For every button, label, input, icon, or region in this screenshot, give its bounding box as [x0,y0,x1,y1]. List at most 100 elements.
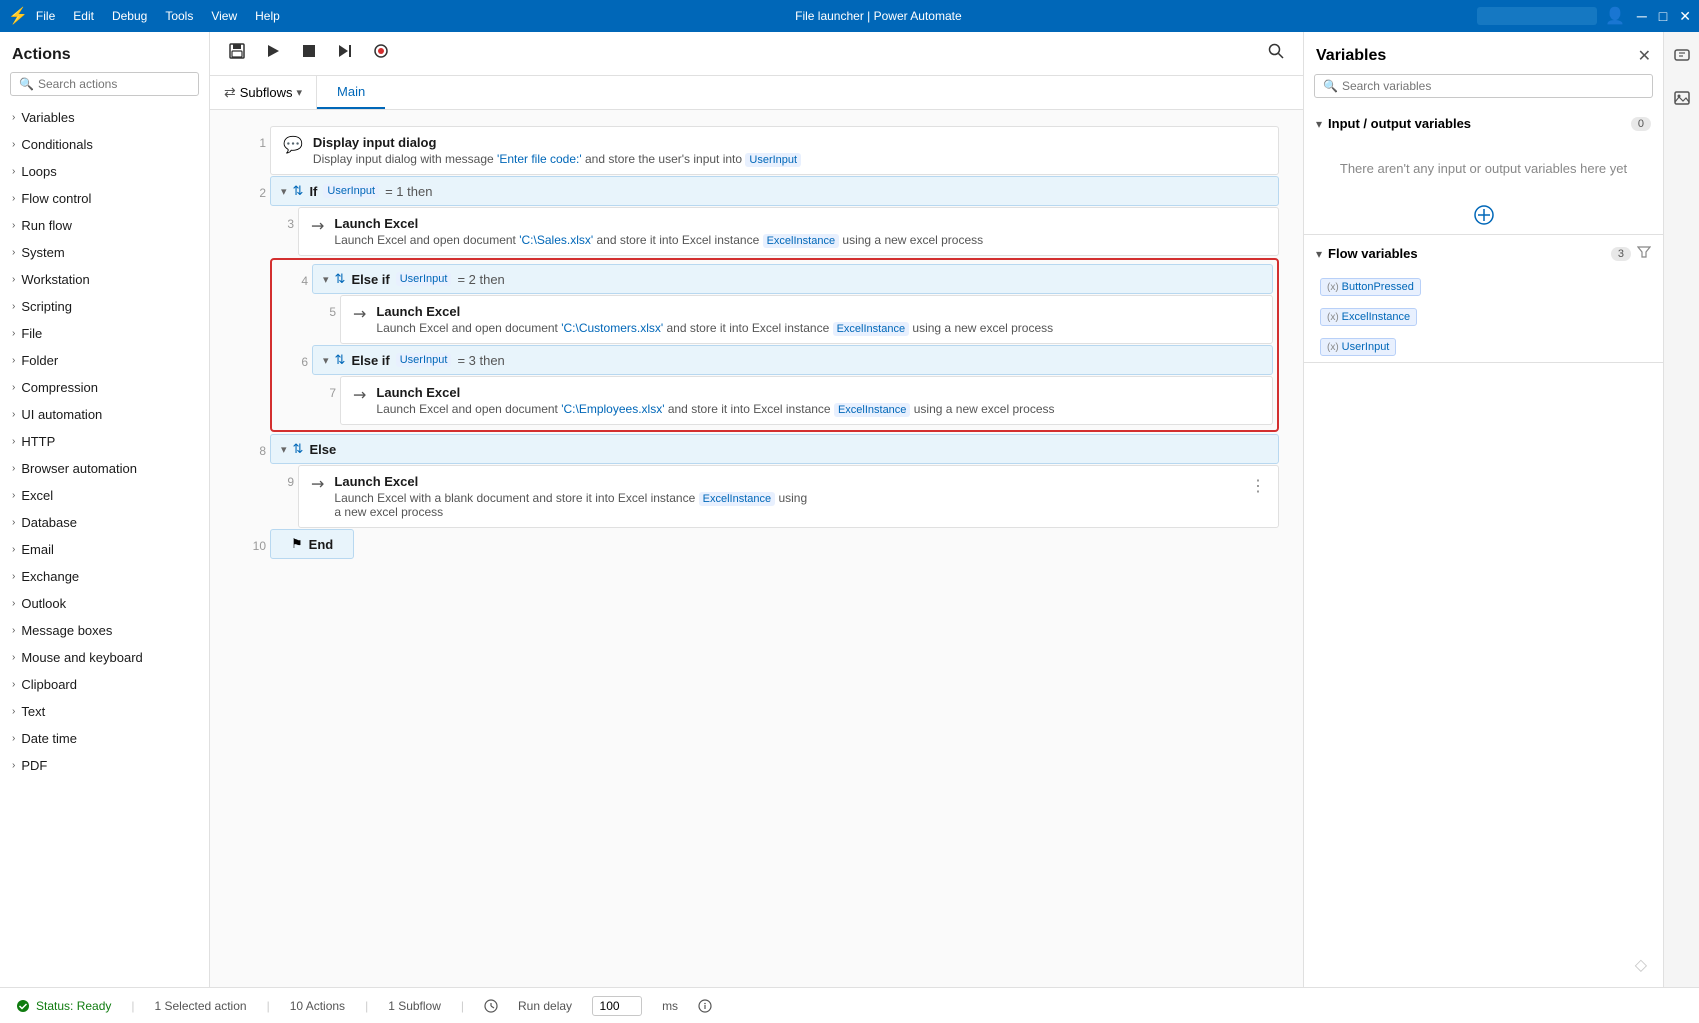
action-item-excel[interactable]: › Excel [0,482,209,509]
end-flag-icon: ⚑ [291,536,303,552]
var-item-buttonpressed[interactable]: (x) ButtonPressed [1304,272,1663,302]
action-item-text[interactable]: › Text [0,698,209,725]
menu-file[interactable]: File [36,9,55,23]
else-if-block-1-header[interactable]: ▾ ⇅ Else if UserInput = 2 then [312,264,1273,294]
action-item-variables[interactable]: › Variables [0,104,209,131]
search-actions-input[interactable] [38,77,193,91]
save-button[interactable] [222,38,252,69]
variables-search-box[interactable]: 🔍 [1314,74,1653,98]
step-number: 4 [276,264,312,288]
launch-icon: ↗ [306,214,330,238]
action-item-workstation[interactable]: › Workstation [0,266,209,293]
action-item-loops[interactable]: › Loops [0,158,209,185]
diamond-button[interactable]: ◇ [1631,951,1651,979]
var-item-userinput[interactable]: (x) UserInput [1304,332,1663,362]
action-item-run-flow[interactable]: › Run flow [0,212,209,239]
action-label: Mouse and keyboard [21,650,142,665]
stop-button[interactable] [294,38,324,69]
chevron-icon: › [12,382,15,393]
tab-main[interactable]: Main [317,76,385,109]
images-icon-button[interactable] [1667,83,1697,118]
action-item-date-time[interactable]: › Date time [0,725,209,752]
window-controls[interactable]: ─ □ ✕ [1637,8,1691,25]
chevron-icon: › [12,544,15,555]
step-card-launch-excel-blank[interactable]: ↗ Launch Excel Launch Excel with a blank… [298,465,1279,528]
action-item-browser-automation[interactable]: › Browser automation [0,455,209,482]
var-item-excelinstance[interactable]: (x) ExcelInstance [1304,302,1663,332]
variables-close-button[interactable]: ✕ [1638,46,1651,66]
collapse-button[interactable]: ▾ [281,443,287,456]
subflows-button[interactable]: ⇄ Subflows ▾ [210,76,317,109]
maximize-btn[interactable]: □ [1659,8,1667,25]
action-item-message-boxes[interactable]: › Message boxes [0,617,209,644]
collapse-button[interactable]: ▾ [323,273,329,286]
separator: | [461,999,464,1013]
var-name: ExcelInstance [1342,311,1410,323]
step-button[interactable] [330,38,360,69]
action-item-compression[interactable]: › Compression [0,374,209,401]
action-item-ui-automation[interactable]: › UI automation [0,401,209,428]
action-item-flow-control[interactable]: › Flow control [0,185,209,212]
action-item-system[interactable]: › System [0,239,209,266]
action-label: Variables [21,110,74,125]
action-item-file[interactable]: › File [0,320,209,347]
input-output-section-header[interactable]: ▾ Input / output variables 0 [1304,106,1663,141]
else-if-condition: = 2 then [457,272,504,287]
step-card-launch-excel-customers[interactable]: ↗ Launch Excel Launch Excel and open doc… [340,295,1273,344]
search-variables-input[interactable] [1342,79,1644,93]
variables-icon-button[interactable] [1667,40,1697,75]
filter-button[interactable] [1637,245,1651,262]
action-item-folder[interactable]: › Folder [0,347,209,374]
action-item-http[interactable]: › HTTP [0,428,209,455]
action-item-mouse-keyboard[interactable]: › Mouse and keyboard [0,644,209,671]
actions-search-box[interactable]: 🔍 [10,72,199,96]
action-label: Message boxes [21,623,112,638]
close-btn[interactable]: ✕ [1679,8,1691,25]
action-item-clipboard[interactable]: › Clipboard [0,671,209,698]
step-string-value: 'Enter file code:' [497,152,582,166]
menu-debug[interactable]: Debug [112,9,147,23]
action-item-database[interactable]: › Database [0,509,209,536]
action-item-outlook[interactable]: › Outlook [0,590,209,617]
menu-help[interactable]: Help [255,9,280,23]
flow-step-5: 5 ↗ Launch Excel Launch Excel and open d… [304,295,1273,344]
action-item-email[interactable]: › Email [0,536,209,563]
if-block-header[interactable]: ▾ ⇅ If UserInput = 1 then [270,176,1279,206]
menu-edit[interactable]: Edit [73,9,94,23]
canvas-search-button[interactable] [1261,38,1291,69]
step-card-launch-excel-sales[interactable]: ↗ Launch Excel Launch Excel and open doc… [298,207,1279,256]
action-item-conditionals[interactable]: › Conditionals [0,131,209,158]
action-item-scripting[interactable]: › Scripting [0,293,209,320]
var-prefix-icon: (x) [1327,312,1339,323]
app-body: Actions 🔍 › Variables › Conditionals › L… [0,32,1699,987]
separator: | [131,999,134,1013]
collapse-button[interactable]: ▾ [323,354,329,367]
else-if-swap-icon: ⇅ [335,271,346,287]
minimize-btn[interactable]: ─ [1637,8,1647,25]
var-badge-userinput: (x) UserInput [1320,338,1396,356]
run-delay-input[interactable] [592,996,642,1016]
step-card-launch-excel-employees[interactable]: ↗ Launch Excel Launch Excel and open doc… [340,376,1273,425]
action-item-exchange[interactable]: › Exchange [0,563,209,590]
run-button[interactable] [258,38,288,69]
action-label: Loops [21,164,56,179]
end-block-header[interactable]: ⚑ End [270,529,354,559]
flow-variables-section-header[interactable]: ▾ Flow variables 3 [1304,235,1663,272]
step-title: Launch Excel [376,385,1260,400]
action-label: HTTP [21,434,55,449]
collapse-button[interactable]: ▾ [281,185,287,198]
add-variable-button[interactable] [1304,196,1663,234]
input-output-count: 0 [1631,117,1651,131]
step-card-display-input[interactable]: 💬 Display input dialog Display input dia… [270,126,1279,175]
menu-view[interactable]: View [211,9,237,23]
action-label: Conditionals [21,137,93,152]
record-button[interactable] [366,38,396,69]
chevron-icon: › [12,166,15,177]
else-if-block-2-header[interactable]: ▾ ⇅ Else if UserInput = 3 then [312,345,1273,375]
else-block-header[interactable]: ▾ ⇅ Else [270,434,1279,464]
menu-tools[interactable]: Tools [165,9,193,23]
action-label: File [21,326,42,341]
step-number: 3 [262,207,298,231]
action-item-pdf[interactable]: › PDF [0,752,209,779]
step-menu-button[interactable]: ⋮ [1250,474,1266,496]
